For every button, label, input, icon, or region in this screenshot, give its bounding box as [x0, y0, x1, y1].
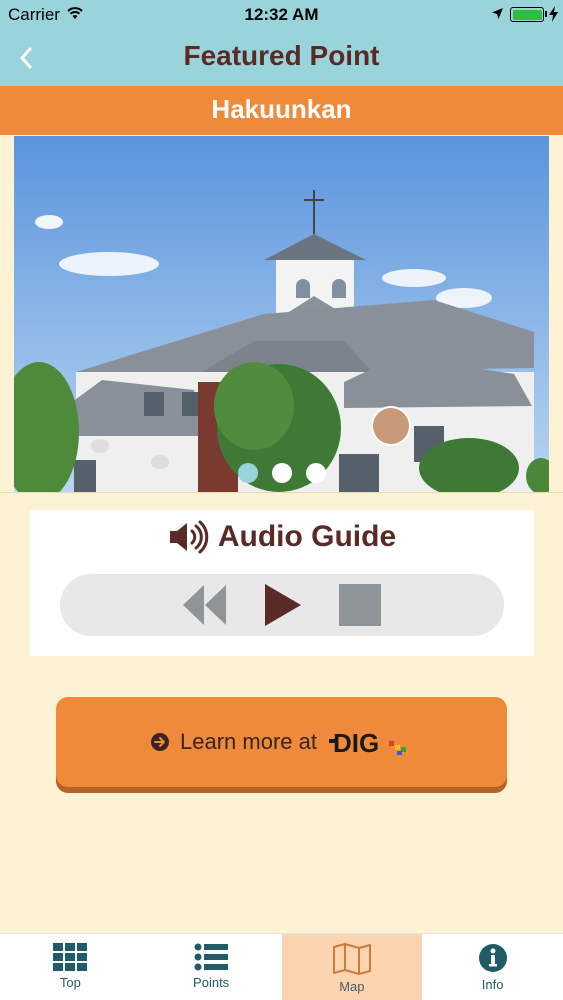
carousel-pagination [14, 463, 549, 483]
list-icon [194, 943, 229, 971]
info-icon [478, 944, 507, 972]
audio-player-controls [60, 574, 504, 636]
play-button[interactable] [263, 584, 303, 626]
map-icon [332, 943, 371, 975]
stop-button[interactable] [339, 584, 381, 626]
battery-tip [545, 11, 547, 17]
navigation-bar: Featured Point [0, 30, 563, 86]
carousel-dot-1[interactable] [237, 463, 258, 483]
rewind-button[interactable] [183, 585, 227, 625]
carousel-dot-3[interactable] [305, 463, 326, 483]
rewind-icon [183, 585, 226, 625]
photo-carousel[interactable] [14, 136, 549, 492]
charging-bolt-icon [549, 6, 558, 22]
audio-guide-title: Audio Guide [217, 520, 397, 553]
tab-map[interactable]: Map [281, 934, 423, 1000]
clock: 12:32 AM [244, 5, 319, 24]
tab-points[interactable]: Points [141, 934, 282, 1000]
logo-wordmark: DIG [333, 728, 379, 757]
grid-icon [53, 943, 88, 971]
tab-label-map: Map [339, 979, 365, 994]
page-title: Featured Point [183, 40, 380, 71]
tab-info[interactable]: Info [422, 934, 563, 1000]
audio-guide-card: Audio Guide [30, 510, 534, 656]
point-name-banner: Hakuunkan [0, 86, 563, 135]
battery-icon [510, 7, 544, 22]
tab-label-top: Top [59, 975, 81, 990]
arrow-circle-right-icon [151, 733, 170, 751]
status-bar: Carrier 12:32 AM [0, 0, 563, 30]
tab-top[interactable]: Top [0, 934, 141, 1000]
location-arrow-icon [492, 8, 503, 19]
tab-bar: Top Points Map Info [0, 933, 563, 1000]
stop-icon [339, 584, 381, 626]
tab-label-points: Points [193, 975, 230, 990]
play-icon [265, 584, 301, 626]
learn-more-button[interactable]: Learn more at DIG [56, 697, 507, 787]
dig-logo: DIG [328, 728, 406, 757]
carousel-dot-2[interactable] [271, 463, 292, 483]
audio-guide-header: Audio Guide [30, 520, 534, 554]
divider [0, 492, 563, 493]
building-photo [14, 136, 549, 492]
speaker-icon [169, 520, 209, 554]
tab-label-info: Info [481, 977, 504, 992]
learn-more-label: Learn more at [180, 729, 317, 754]
